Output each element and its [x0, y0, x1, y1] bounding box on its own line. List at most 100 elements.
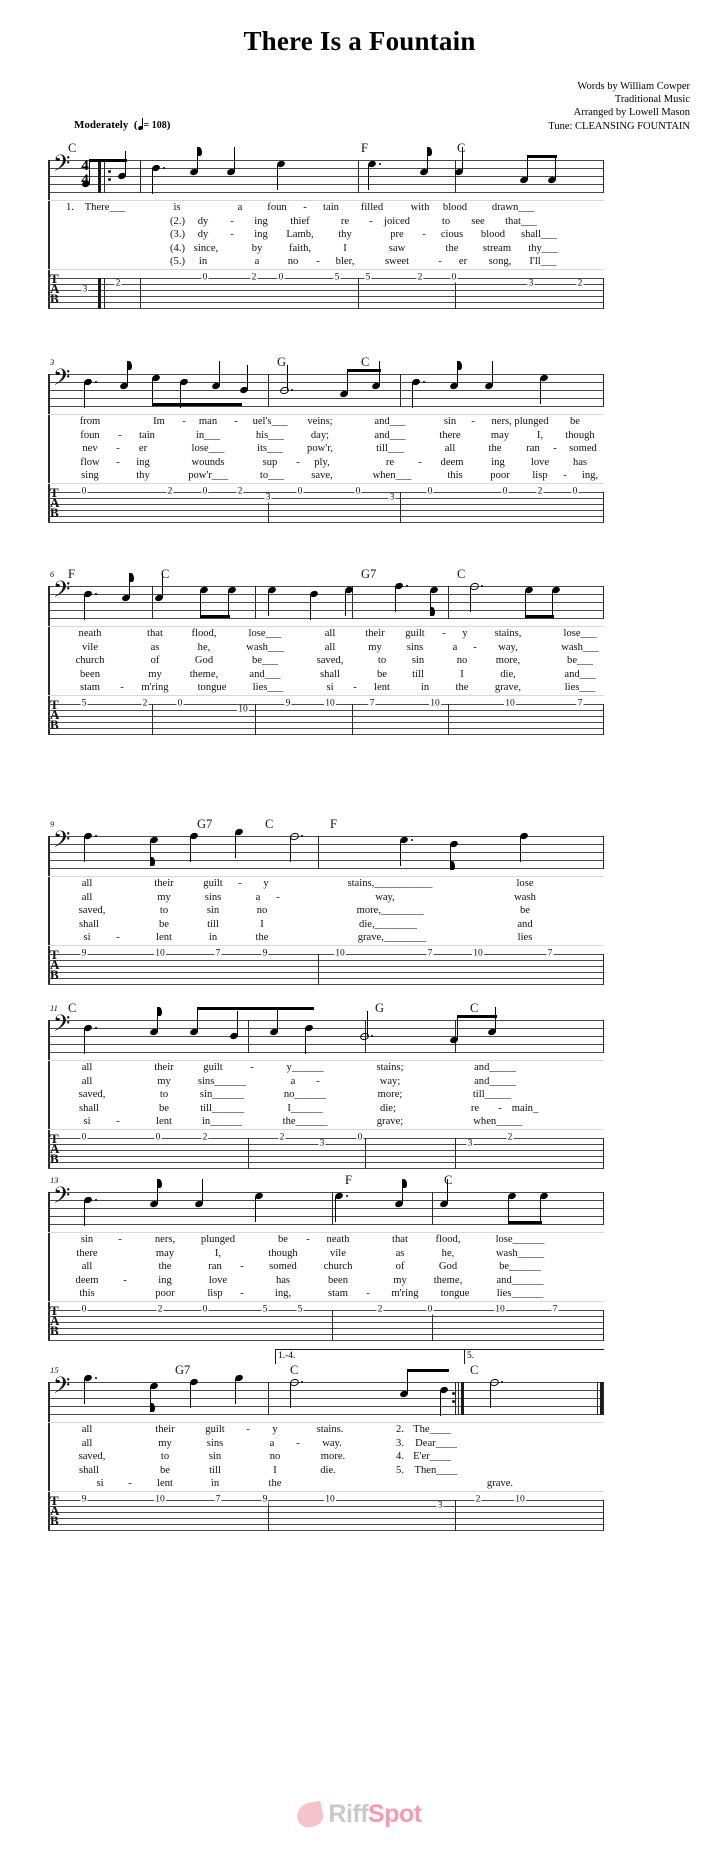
eighth-flag: [197, 147, 202, 156]
lyric-syllable: that___: [505, 215, 537, 227]
chord-symbol: F: [345, 1173, 352, 1187]
lyric-syllable: Im: [153, 416, 165, 427]
notation-staff: [48, 586, 604, 619]
lyric-syllable: my: [393, 1274, 407, 1286]
note-stem: [412, 383, 414, 408]
tab-fret-number: 2: [250, 272, 258, 283]
note-stem: [84, 595, 86, 620]
note-stem: [447, 1179, 449, 1204]
lyrics-row: all my sins a - way, wash: [48, 891, 604, 905]
note-stem: [492, 361, 494, 386]
note-stem: [367, 1011, 369, 1036]
staff-line: [48, 1224, 604, 1225]
lyric-syllable: -: [182, 416, 186, 427]
lyric-syllable: -: [296, 1437, 300, 1449]
volta-bracket: 5.: [464, 1349, 604, 1364]
lyric-syllable: pow'r___: [188, 470, 228, 482]
lyric-syllable: there: [439, 429, 461, 441]
tab-fret-number: 9: [261, 948, 269, 959]
lyric-syllable: all: [81, 891, 93, 903]
lyric-syllable: lent: [374, 682, 390, 694]
tab-fret-number: 5: [333, 272, 341, 283]
lyric-syllable: wounds: [191, 456, 225, 468]
tab-barline: [268, 1500, 270, 1531]
tab-fret-number: 10: [504, 698, 516, 709]
lyric-syllable: more,: [495, 655, 521, 667]
lyric-syllable: drawn___: [491, 202, 535, 213]
lyric-syllable: -: [366, 1288, 370, 1300]
verse-number: (2.): [170, 215, 186, 227]
lyric-syllable: somed: [269, 1261, 297, 1273]
lyrics-row: sin - ners, plunged be - neath that flood, lose__…: [48, 1233, 604, 1247]
lyric-syllable: the: [255, 932, 269, 944]
note-stem: [237, 1011, 239, 1036]
staff-line: [48, 1036, 604, 1037]
tab-fret-number: 9: [261, 1494, 269, 1505]
tab-fret-number: 0: [201, 1304, 209, 1315]
lyric-syllable: dy: [197, 215, 209, 227]
lyric-syllable: y______: [286, 1062, 324, 1073]
lyric-syllable: tongue: [197, 682, 227, 694]
lyric-syllable: lose: [516, 878, 534, 889]
lyric-syllable: lent: [157, 1478, 173, 1490]
bass-clef: 𝄢: [53, 827, 71, 858]
lyric-syllable: grave.: [486, 1478, 514, 1490]
lyric-syllable: God: [194, 655, 214, 667]
tab-fret-number: 7: [426, 948, 434, 959]
staff-line: [48, 160, 604, 161]
tab-line: [48, 1518, 604, 1519]
tab-barline: [455, 278, 457, 309]
lyric-syllable: stains.: [316, 1424, 344, 1435]
lyric-syllable: sin: [208, 1451, 222, 1463]
chord-symbol: C: [68, 141, 77, 155]
lyric-syllable: sins______: [197, 1075, 247, 1087]
barline: [455, 1382, 457, 1415]
lyric-syllable: be______: [499, 1261, 541, 1273]
tab-line: [48, 1168, 604, 1169]
lyric-syllable: -: [296, 456, 300, 468]
staff-line: [48, 1414, 604, 1415]
chord-symbol: C: [68, 1001, 77, 1015]
lyric-syllable: their: [155, 1424, 175, 1435]
lyric-syllable: faith,: [288, 242, 312, 254]
credit-tune: Tune: CLEANSING FOUNTAIN: [548, 120, 690, 132]
lyric-syllable: sup: [262, 456, 278, 468]
staff-line: [48, 1398, 604, 1399]
lyrics-block: all their guilt - y stains,___________ lose all…: [48, 876, 604, 946]
tab-fret-number: 2: [474, 1494, 482, 1505]
tempo-bpm: = 108: [143, 120, 167, 131]
bass-clef: 𝄢: [53, 365, 71, 396]
lyric-syllable: si: [96, 1478, 104, 1490]
barline: [332, 1192, 334, 1225]
staff-line: [48, 184, 604, 185]
repeat-end-thick: [461, 1382, 465, 1415]
lyrics-row: si - lent in the grave,________ lies: [48, 931, 604, 945]
lyric-syllable: ing: [136, 456, 150, 468]
tab-fret-number: 3: [466, 1138, 474, 1149]
lyric-syllable: be: [570, 416, 580, 427]
lyric-syllable: shall: [78, 1102, 100, 1114]
lyric-syllable: vile: [330, 1247, 346, 1259]
verse-number: (3.): [170, 229, 186, 241]
lyric-syllable: their: [365, 628, 385, 639]
lyric-syllable: sin: [411, 655, 425, 667]
tab-line: [48, 290, 604, 291]
beam: [152, 403, 242, 406]
lyrics-row: (3.) dy - ing Lamb, thy pre - cious blood shall___: [48, 228, 604, 242]
lyric-syllable: no: [287, 256, 299, 268]
lyric-syllable: poor: [155, 1288, 175, 1300]
lyric-syllable: thy___: [528, 242, 558, 254]
lyric-syllable: die;: [380, 1102, 396, 1114]
lyric-syllable: all: [81, 1424, 93, 1435]
lyric-syllable: -: [118, 429, 122, 441]
lyrics-row: all their guilt - y______ stains; and_____: [48, 1061, 604, 1075]
lyric-syllable: lose___: [191, 443, 225, 455]
lyric-syllable: lose___: [563, 628, 597, 639]
lyric-syllable: cious: [440, 229, 464, 241]
tab-fret-number: 0: [354, 486, 362, 497]
lyric-syllable: tain: [323, 202, 339, 213]
tab-fret-number: 7: [214, 1494, 222, 1505]
lyrics-block: from Im - man - uel's___ veins; and___ sin - ners,…: [48, 414, 604, 484]
tab-fret-number: 2: [166, 486, 174, 497]
lyric-syllable: stains,___________: [347, 878, 433, 889]
